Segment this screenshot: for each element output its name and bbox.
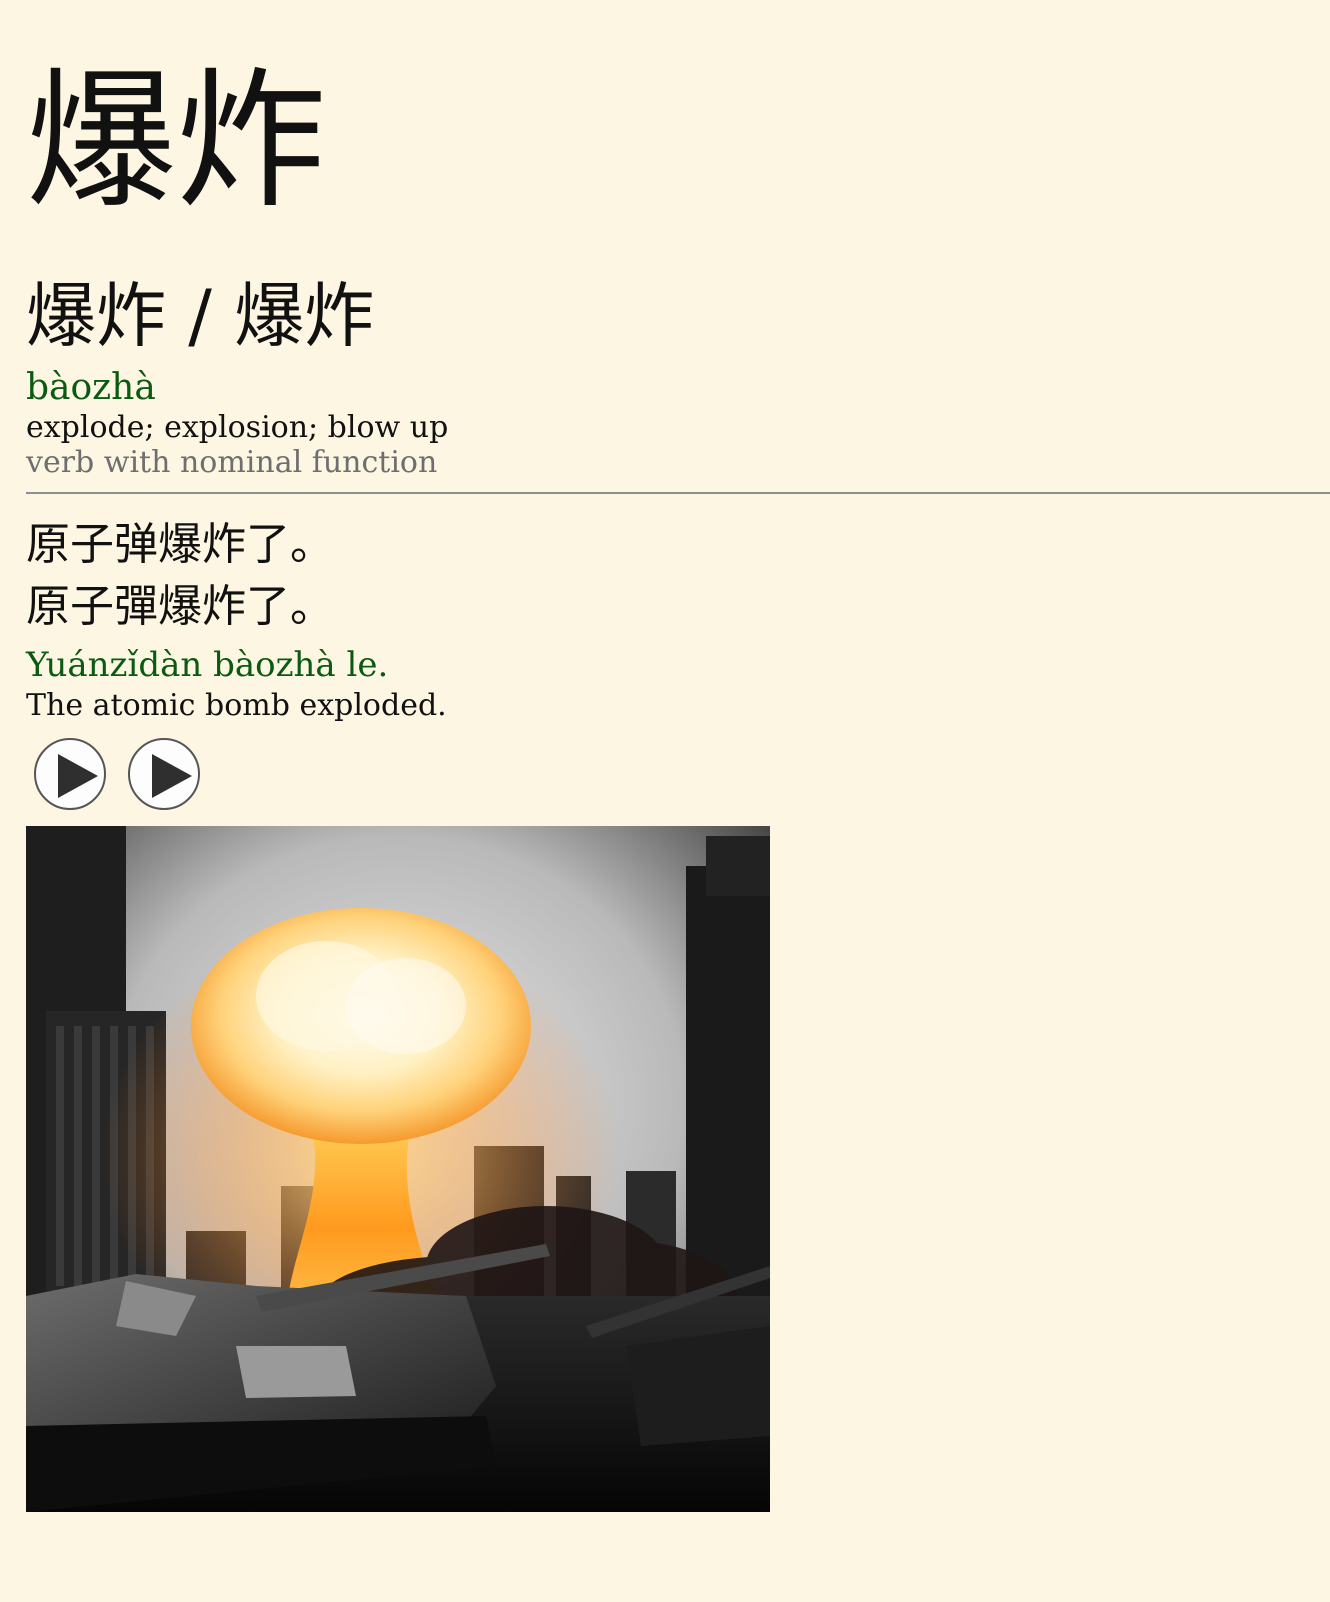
- headword-pinyin: bàozhà: [26, 367, 156, 408]
- headword: 爆炸: [26, 55, 327, 229]
- example-traditional: 原子彈爆炸了。: [26, 581, 334, 632]
- play-icon: [152, 754, 192, 798]
- part-of-speech: verb with nominal function: [26, 445, 438, 480]
- example-translation: The atomic bomb exploded.: [26, 688, 447, 723]
- example-pinyin: Yuánzǐdàn bàozhà le.: [26, 645, 389, 685]
- play-audio-button-2[interactable]: [128, 738, 200, 810]
- play-audio-button-1[interactable]: [34, 738, 106, 810]
- play-icon: [58, 754, 98, 798]
- explosion-illustration: [26, 826, 770, 1512]
- divider: [26, 492, 1330, 494]
- definition: explode; explosion; blow up: [26, 410, 449, 445]
- audio-controls: [26, 738, 1330, 818]
- simplified-traditional-forms: 爆炸 / 爆炸: [26, 275, 375, 357]
- example-simplified: 原子弹爆炸了。: [26, 519, 334, 570]
- dictionary-card: 爆炸 爆炸 / 爆炸 bàozhà explode; explosion; bl…: [26, 0, 1330, 1512]
